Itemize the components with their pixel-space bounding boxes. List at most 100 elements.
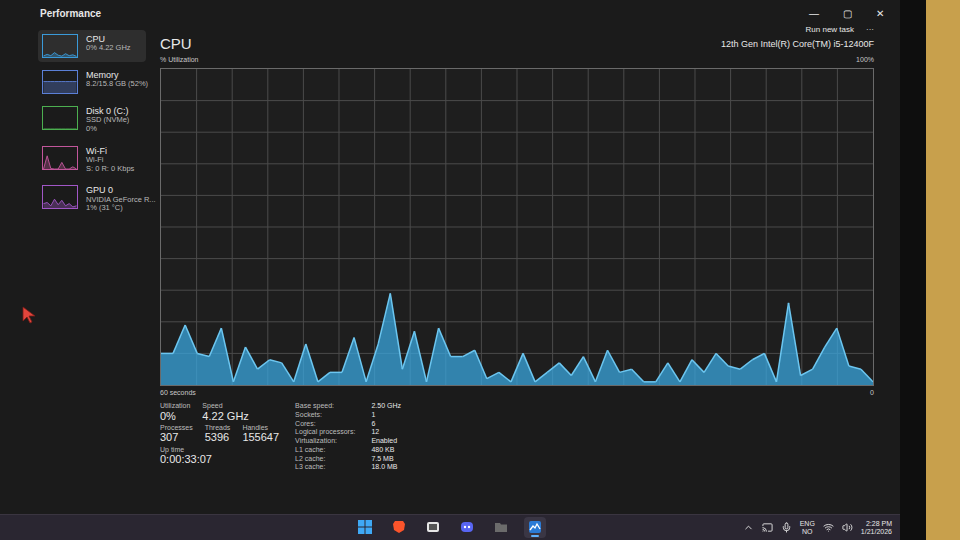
stat: Utilization0% [160, 402, 190, 422]
sidebar-item-detail: 0% [86, 125, 129, 134]
system-tray: ENGNO 2:28 PM1/21/2026 [743, 515, 892, 540]
stat-value: 4.22 GHz [202, 410, 248, 422]
sidebar-item-text: GPU 0NVIDIA GeForce R...1% (31 °C) [86, 185, 142, 213]
sidebar-item-name: GPU 0 [86, 185, 142, 195]
more-button[interactable]: ··· [866, 24, 874, 36]
body: CPU0% 4.22 GHzMemory8.2/15.8 GB (52%)Dis… [0, 26, 900, 514]
folder-icon[interactable] [494, 520, 508, 534]
task-manager-icon[interactable] [528, 520, 542, 534]
stat-value: 5396 [205, 431, 231, 443]
detail-label: L1 cache: [295, 446, 355, 455]
taskbar-apps [354, 517, 546, 538]
y-axis-label: % Utilization [160, 55, 199, 66]
stat-value: 0% [160, 410, 190, 422]
stats-row: Utilization0% Speed4.22 GHz [160, 402, 279, 422]
cpu-header: CPU12th Gen Intel(R) Core(TM) i5-12400F [160, 36, 874, 51]
stat-value: 0:00:33:07 [160, 453, 212, 465]
sidebar-item-detail: NVIDIA GeForce R... [86, 196, 142, 205]
stat-label: Up time [160, 446, 212, 454]
taskbar-app-indicator [497, 535, 505, 537]
brave-browser-icon[interactable] [392, 520, 406, 534]
detail-value: 2.50 GHz [371, 402, 401, 411]
app-icon[interactable] [426, 520, 440, 534]
microphone-icon[interactable] [781, 522, 792, 533]
stat-label: Speed [202, 402, 248, 410]
taskbar-app[interactable] [354, 517, 376, 538]
sidebar-item[interactable]: Memory8.2/15.8 GB (52%) [38, 66, 146, 98]
detail-label: Virtualization: [295, 437, 355, 446]
monitor-bezel [900, 0, 926, 540]
sidebar-item-detail: 0% 4.22 GHz [86, 44, 131, 53]
stat: Up time0:00:33:07 [160, 446, 212, 466]
chart-bottom-labels: 60 seconds 0 [160, 388, 874, 399]
taskbar-app[interactable] [524, 517, 546, 538]
main-panel: Run new task ···CPU12th Gen Intel(R) Core… [150, 26, 900, 514]
detail-value: 6 [371, 420, 401, 429]
discord-icon[interactable] [460, 520, 474, 534]
detail-label: Base speed: [295, 402, 355, 411]
stat: Threads5396 [205, 424, 231, 444]
toolbar: Run new task ··· [160, 24, 874, 36]
stat-label: Threads [205, 424, 231, 432]
sparkline-graph [42, 106, 78, 130]
stat-value: 155647 [242, 431, 279, 443]
cpu-utilization-chart [160, 68, 874, 386]
detail-value: 18.0 MB [371, 463, 401, 472]
sparkline-graph [42, 70, 78, 94]
sidebar-item-detail: S: 0 R: 0 Kbps [86, 165, 134, 174]
stat: Processes307 [160, 424, 193, 444]
run-new-task-button[interactable]: Run new task [806, 24, 854, 36]
window-control-button[interactable]: ▢ [839, 6, 856, 21]
sidebar-item-name: Wi-Fi [86, 146, 134, 156]
cpu-title: CPU [160, 36, 192, 51]
sidebar-item[interactable]: GPU 0NVIDIA GeForce R...1% (31 °C) [38, 181, 146, 217]
detail-value: 12 [371, 428, 401, 437]
taskbar: ENGNO 2:28 PM1/21/2026 [0, 514, 900, 540]
sidebar-item[interactable]: Wi-FiWi-FiS: 0 R: 0 Kbps [38, 142, 146, 178]
stats-row: Up time0:00:33:07 [160, 446, 279, 466]
screen: Performance—▢✕CPU0% 4.22 GHzMemory8.2/15… [0, 0, 900, 540]
chevron-up-icon[interactable] [743, 522, 754, 533]
sparkline-graph [42, 146, 78, 170]
wifi-icon[interactable] [823, 522, 834, 533]
detail-value: 480 KB [371, 446, 401, 455]
x-axis-label: 60 seconds [160, 388, 196, 399]
sparkline-graph [42, 34, 78, 58]
taskbar-app-indicator [531, 535, 539, 537]
volume-icon[interactable] [842, 522, 853, 533]
sidebar-item[interactable]: CPU0% 4.22 GHz [38, 30, 146, 62]
taskbar-app-indicator [361, 535, 369, 537]
language-text: ENG [800, 520, 815, 528]
taskbar-app[interactable] [422, 517, 444, 538]
detail-label: L2 cache: [295, 455, 355, 464]
stats-row: Processes307 Threads5396 Handles155647 [160, 424, 279, 444]
window-control-button[interactable]: — [805, 6, 823, 21]
y-axis-min: 0 [870, 388, 874, 399]
sidebar-item-name: Memory [86, 70, 142, 80]
stat: Handles155647 [242, 424, 279, 444]
sidebar-item-detail: 8.2/15.8 GB (52%) [86, 80, 142, 89]
stat-label: Handles [242, 424, 279, 432]
wall [926, 0, 960, 540]
detail-label: Logical processors: [295, 428, 355, 437]
clock[interactable]: 2:28 PM1/21/2026 [861, 520, 892, 535]
language-text: NO [802, 528, 813, 536]
taskbar-app[interactable] [456, 517, 478, 538]
details-grid: Base speed:2.50 GHzSockets:1Cores:6Logic… [295, 402, 401, 472]
stats-area: Utilization0% Speed4.22 GHz Processes307 Th… [160, 402, 874, 472]
detail-value: 1 [371, 411, 401, 420]
sidebar-item[interactable]: Disk 0 (C:)SSD (NVMe)0% [38, 102, 146, 138]
cast-icon[interactable] [762, 522, 773, 533]
window-control-button[interactable]: ✕ [872, 6, 888, 21]
photo-frame: Performance—▢✕CPU0% 4.22 GHzMemory8.2/15… [0, 0, 960, 540]
y-axis-max: 100% [856, 55, 874, 66]
sidebar-item-text: Memory8.2/15.8 GB (52%) [86, 70, 142, 89]
detail-label: Cores: [295, 420, 355, 429]
taskbar-app[interactable] [388, 517, 410, 538]
windows-logo-icon[interactable] [358, 520, 372, 534]
language-indicator[interactable]: ENGNO [800, 520, 815, 535]
sidebar-item-detail: Wi-Fi [86, 156, 134, 165]
detail-value: 7.5 MB [371, 455, 401, 464]
detail-label: L3 cache: [295, 463, 355, 472]
taskbar-app[interactable] [490, 517, 512, 538]
